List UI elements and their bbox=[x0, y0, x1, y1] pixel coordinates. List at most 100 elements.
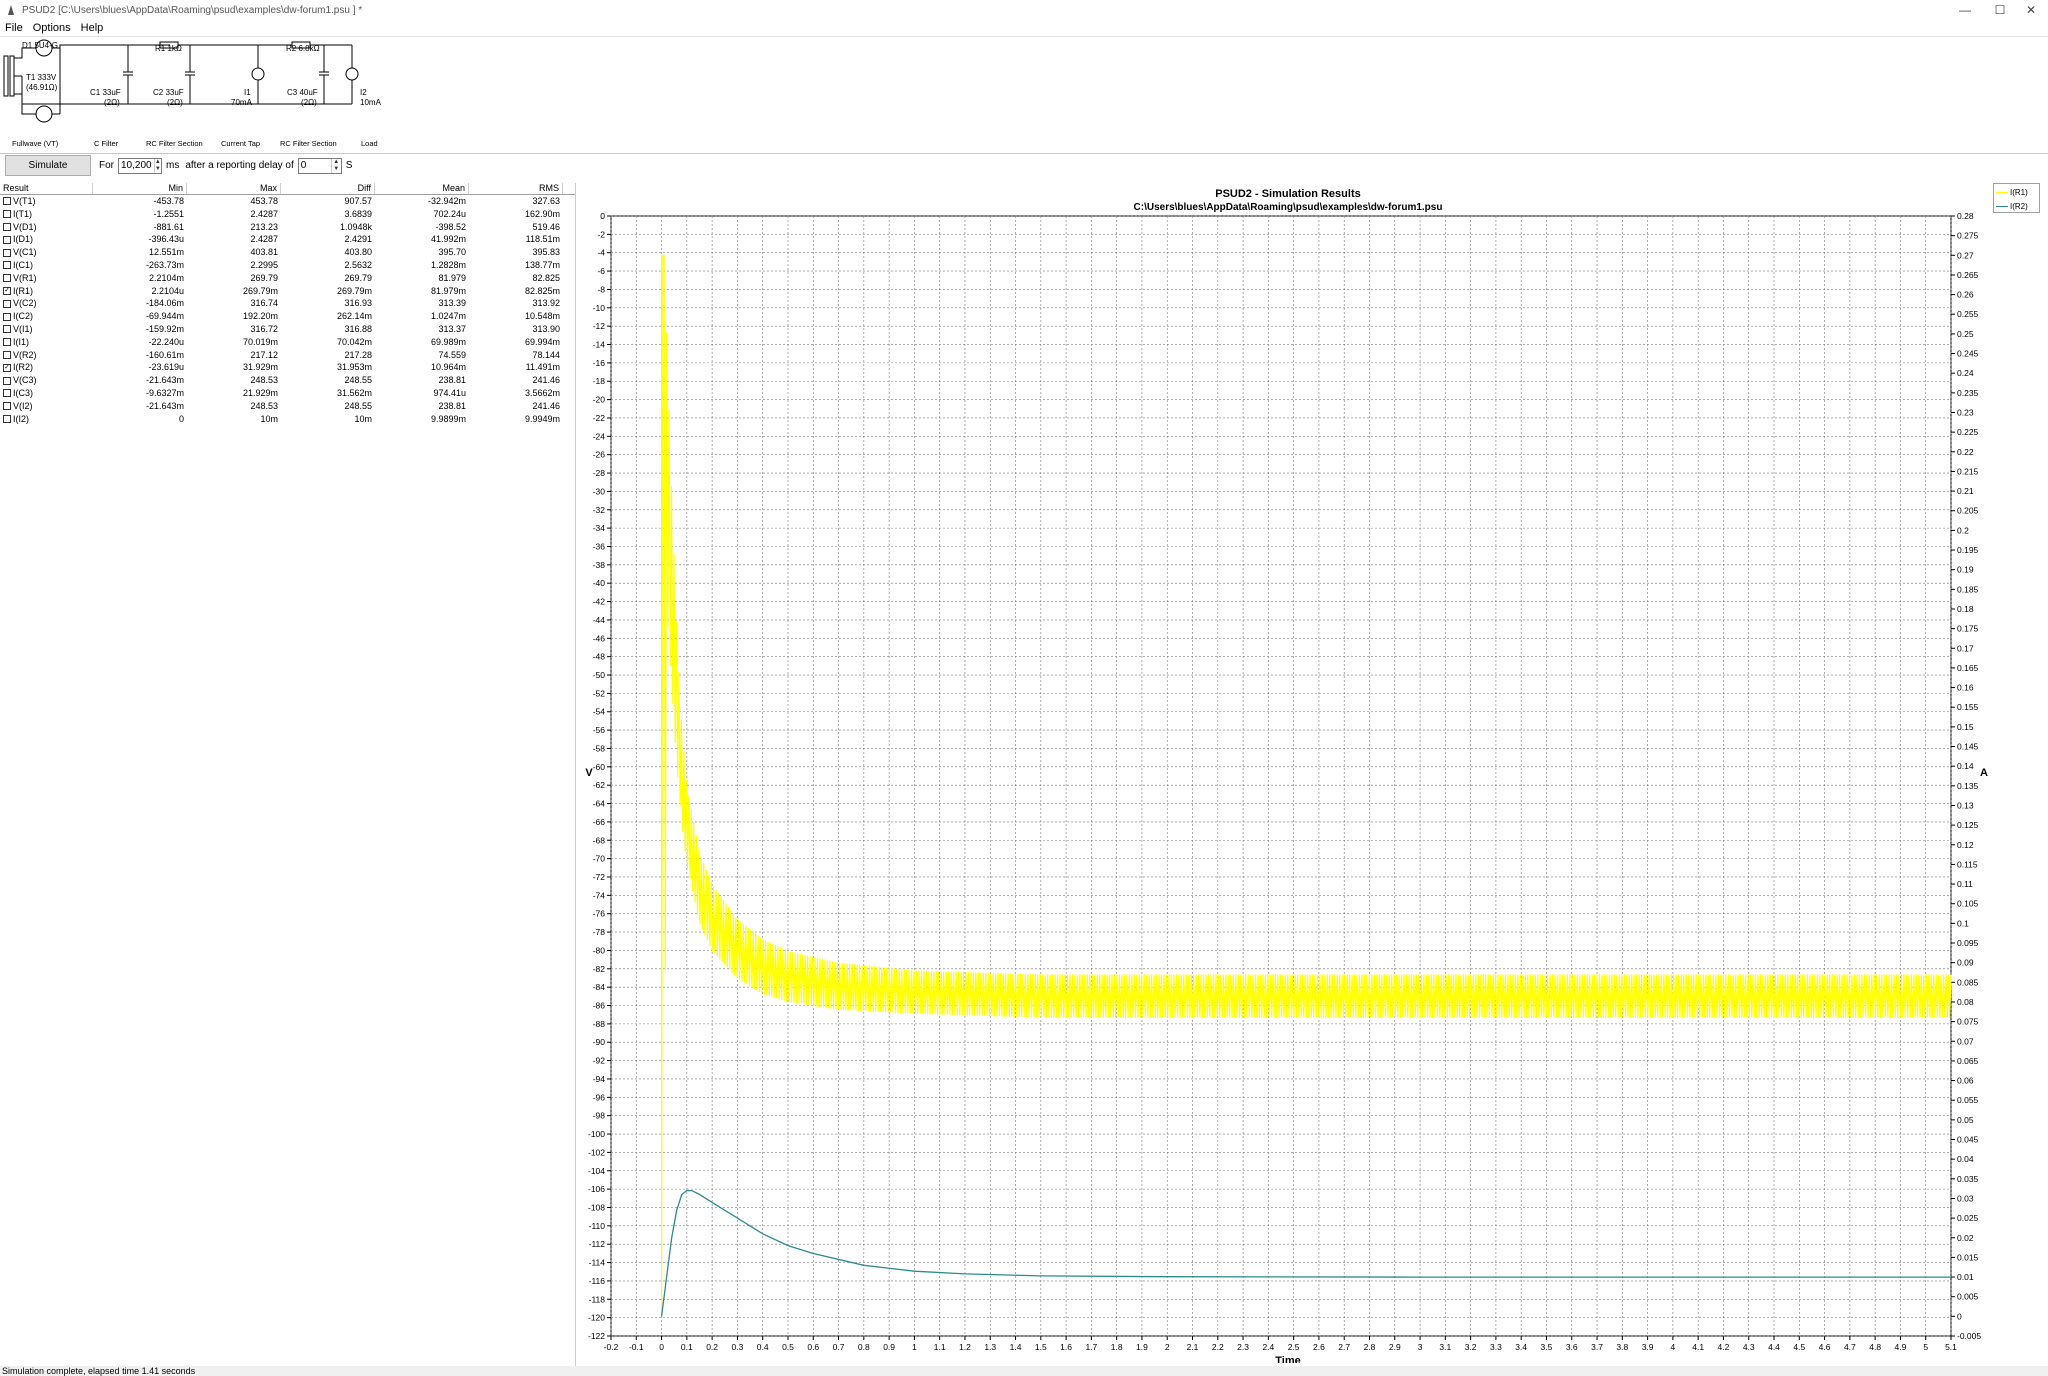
row-result-cell[interactable]: I(T1) bbox=[0, 208, 93, 221]
x-tick-label: 2 bbox=[1165, 1342, 1170, 1352]
row-result-cell[interactable]: V(T1) bbox=[0, 195, 93, 208]
table-row[interactable]: ✓ I(R2) -23.619u 31.929m 31.953m 10.964m 11.49… bbox=[0, 361, 575, 374]
table-row[interactable]: V(D1) -881.61 213.23 1.0948k -398.52 519.46 bbox=[0, 221, 575, 234]
header-result[interactable]: Result bbox=[0, 183, 93, 194]
delay-spin-arrows[interactable]: ▲ ▼ bbox=[330, 158, 341, 173]
table-row[interactable]: I(I2) 0 10m 10m 9.9899m 9.9949m bbox=[0, 413, 575, 426]
x-tick-label: 5.1 bbox=[1945, 1342, 1957, 1352]
row-result-cell[interactable]: V(I2) bbox=[0, 400, 93, 413]
row-result-cell[interactable]: ✓ I(R1) bbox=[0, 285, 93, 298]
row-checkbox[interactable] bbox=[3, 210, 11, 219]
row-result-cell[interactable]: V(C3) bbox=[0, 374, 93, 387]
row-checkbox[interactable] bbox=[3, 376, 11, 385]
row-result-cell[interactable]: ✓ I(R2) bbox=[0, 361, 93, 374]
header-min[interactable]: Min bbox=[93, 183, 187, 194]
row-mean: -32.942m bbox=[427, 196, 466, 206]
table-row[interactable]: V(C2) -184.06m 316.74 316.93 313.39 313.92 bbox=[0, 297, 575, 310]
row-result-cell[interactable]: V(C1) bbox=[0, 246, 93, 259]
row-result-cell[interactable]: I(C3) bbox=[0, 387, 93, 400]
y-left-tick-label: -18 bbox=[593, 376, 606, 386]
row-result-cell[interactable]: V(R1) bbox=[0, 272, 93, 285]
table-row[interactable]: I(C3) -9.6327m 21.929m 31.562m 974.41u 3.5662… bbox=[0, 387, 575, 400]
table-row[interactable]: ✓ I(R1) 2.2104u 269.79m 269.79m 81.979m 82.825… bbox=[0, 285, 575, 298]
maximize-button[interactable]: ☐ bbox=[1985, 0, 2015, 20]
row-checkbox[interactable] bbox=[3, 338, 11, 347]
minimize-button[interactable]: — bbox=[1950, 0, 1980, 20]
table-row[interactable]: V(I1) -159.92m 316.72 316.88 313.37 313.90 bbox=[0, 323, 575, 336]
table-row[interactable]: I(C2) -69.944m 192.20m 262.14m 1.0247m 10.548… bbox=[0, 310, 575, 323]
menu-file[interactable]: File bbox=[0, 22, 28, 34]
delay-value[interactable]: 0 bbox=[299, 159, 331, 173]
header-max[interactable]: Max bbox=[187, 183, 281, 194]
menu-help[interactable]: Help bbox=[76, 22, 109, 34]
x-tick-label: 4.1 bbox=[1692, 1342, 1704, 1352]
legend-item-ir1[interactable]: I(R1) bbox=[1994, 186, 2039, 198]
circuit-schematic[interactable]: D1 5U4-G T1 333V (46.91Ω) R1 1kΩ R2 6.8k… bbox=[0, 38, 400, 150]
header-rms[interactable]: RMS bbox=[469, 183, 563, 194]
header-diff[interactable]: Diff bbox=[281, 183, 375, 194]
duration-value[interactable]: 10,200 bbox=[119, 159, 154, 173]
y-left-tick-label: -56 bbox=[593, 725, 606, 735]
table-row[interactable]: V(I2) -21.643m 248.53 248.55 238.81 241.46 bbox=[0, 400, 575, 413]
y-left-tick-label: -78 bbox=[593, 927, 606, 937]
row-checkbox[interactable] bbox=[3, 312, 11, 321]
row-checkbox[interactable] bbox=[3, 248, 11, 257]
y-right-tick-label: 0.255 bbox=[1957, 309, 1979, 319]
row-result-cell[interactable]: V(C2) bbox=[0, 297, 93, 310]
row-checkbox[interactable] bbox=[3, 325, 11, 334]
row-checkbox[interactable] bbox=[3, 222, 11, 231]
close-button[interactable]: ✕ bbox=[2016, 0, 2046, 20]
simulation-chart[interactable]: PSUD2 - Simulation Results C:\Users\blues… bbox=[581, 183, 2048, 1367]
row-name: V(R1) bbox=[13, 272, 37, 283]
y-right-tick-label: 0.065 bbox=[1957, 1056, 1979, 1066]
row-result-cell[interactable]: I(I2) bbox=[0, 413, 93, 426]
row-checkbox[interactable]: ✓ bbox=[3, 363, 11, 372]
table-row[interactable]: V(R1) 2.2104m 269.79 269.79 81.979 82.825 bbox=[0, 272, 575, 285]
row-result-cell[interactable]: I(C1) bbox=[0, 259, 93, 272]
label-i2-v: 10mA bbox=[360, 98, 382, 107]
table-row[interactable]: I(T1) -1.2551 2.4287 3.6839 702.24u 162.90m bbox=[0, 208, 575, 221]
menu-options[interactable]: Options bbox=[28, 22, 76, 34]
header-mean[interactable]: Mean bbox=[375, 183, 469, 194]
row-checkbox[interactable] bbox=[3, 299, 11, 308]
legend-item-ir2[interactable]: I(R2) bbox=[1994, 200, 2039, 212]
row-result-cell[interactable]: I(D1) bbox=[0, 233, 93, 246]
y-right-tick-label: 0.035 bbox=[1957, 1174, 1979, 1184]
y-right-tick-label: 0.07 bbox=[1957, 1036, 1974, 1046]
plot-area[interactable]: PSUD2 - Simulation Results C:\Users\blues… bbox=[581, 183, 2048, 1367]
duration-spinner[interactable]: 10,200 ▲ ▼ bbox=[118, 157, 162, 174]
row-checkbox[interactable] bbox=[3, 414, 11, 423]
row-result-cell[interactable]: I(I1) bbox=[0, 336, 93, 349]
y-right-tick-label: 0.27 bbox=[1957, 250, 1974, 260]
table-row[interactable]: I(C1) -263.73m 2.2995 2.5632 1.2828m 138.77m bbox=[0, 259, 575, 272]
row-result-cell[interactable]: I(C2) bbox=[0, 310, 93, 323]
table-row[interactable]: I(I1) -22.240u 70.019m 70.042m 69.989m 69.994… bbox=[0, 336, 575, 349]
row-checkbox[interactable] bbox=[3, 274, 11, 283]
delay-spinner[interactable]: 0 ▲ ▼ bbox=[297, 157, 342, 174]
row-checkbox[interactable] bbox=[3, 261, 11, 270]
row-max: 248.53 bbox=[250, 400, 278, 411]
row-name: I(I1) bbox=[13, 336, 30, 347]
row-result-cell[interactable]: V(D1) bbox=[0, 221, 93, 234]
row-checkbox[interactable] bbox=[3, 389, 11, 398]
row-checkbox[interactable] bbox=[3, 197, 11, 206]
row-min: -396.43u bbox=[148, 234, 184, 245]
y-left-tick-label: -20 bbox=[593, 395, 606, 405]
duration-spin-arrows[interactable]: ▲ ▼ bbox=[153, 158, 161, 173]
table-row[interactable]: V(R2) -160.61m 217.12 217.28 74.559 78.144 bbox=[0, 349, 575, 362]
y-right-tick-label: 0.235 bbox=[1957, 388, 1979, 398]
x-tick-label: 4 bbox=[1671, 1342, 1676, 1352]
x-tick-label: 4.6 bbox=[1819, 1342, 1831, 1352]
table-row[interactable]: I(D1) -396.43u 2.4287 2.4291 41.992m 118.51m bbox=[0, 233, 575, 246]
row-checkbox[interactable] bbox=[3, 235, 11, 244]
row-checkbox[interactable] bbox=[3, 350, 11, 359]
row-checkbox[interactable]: ✓ bbox=[3, 286, 11, 295]
table-row[interactable]: V(C3) -21.643m 248.53 248.55 238.81 241.46 bbox=[0, 374, 575, 387]
table-row[interactable]: V(T1) -453.78 453.78 907.57 -32.942m 327.63 bbox=[0, 195, 575, 208]
row-result-cell[interactable]: V(R2) bbox=[0, 349, 93, 362]
row-result-cell[interactable]: V(I1) bbox=[0, 323, 93, 336]
row-checkbox[interactable] bbox=[3, 402, 11, 411]
table-row[interactable]: V(C1) 12.551m 403.81 403.80 395.70 395.83 bbox=[0, 246, 575, 259]
y-right-tick-label: 0.265 bbox=[1957, 270, 1979, 280]
simulate-button[interactable]: Simulate bbox=[5, 155, 91, 176]
